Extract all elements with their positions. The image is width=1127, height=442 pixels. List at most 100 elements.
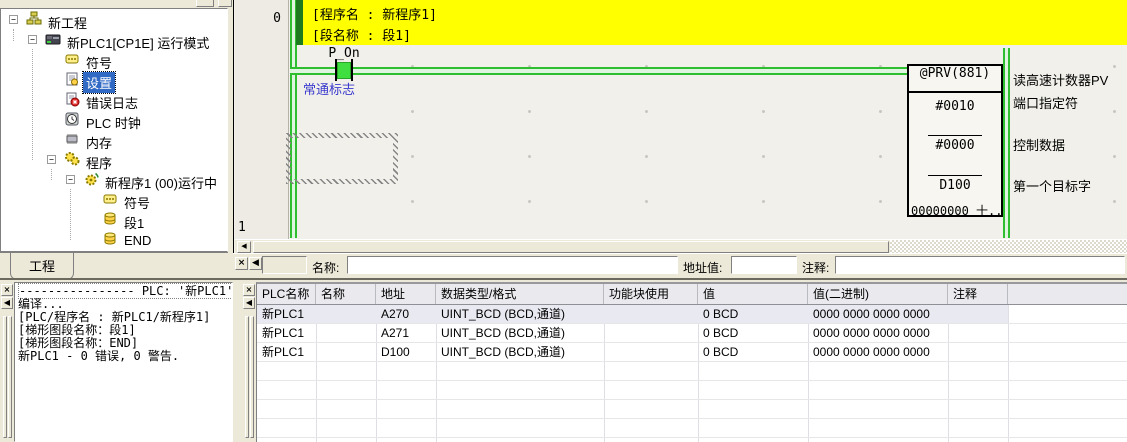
collapse-arrow-icon[interactable]: ◀ [249, 257, 262, 270]
watch-row-empty[interactable] [257, 400, 1127, 419]
error-log-icon [64, 91, 80, 107]
compile-output[interactable]: ---------------- PLC: '新PLC1' (PL 编译... … [14, 282, 233, 442]
tree-item-plc-clock[interactable]: PLC 时钟 [1, 111, 227, 129]
watch-row[interactable]: 新PLC1 A271 UINT_BCD (BCD,通道) 0 BCD 0000 … [257, 324, 1127, 343]
tree-item-plc[interactable]: − 新PLC1[CP1E] 运行模式 [1, 31, 227, 49]
watch-cell[interactable]: 新PLC1 [257, 324, 316, 342]
watch-cell[interactable]: 0000 0000 0000 0000 [808, 343, 948, 361]
watch-cell[interactable]: UINT_BCD (BCD,通道) [436, 305, 604, 323]
watch-col-plc-name[interactable]: PLC名称 [257, 284, 316, 304]
tree-item-section1[interactable]: 段1 [1, 211, 227, 229]
operand-comment-3: 第一个目标字 [1013, 176, 1127, 195]
watch-cell[interactable] [948, 324, 1008, 342]
watch-cell[interactable] [316, 343, 376, 361]
watch-row-empty[interactable] [257, 438, 1127, 442]
watch-col-address[interactable]: 地址 [376, 284, 436, 304]
comment-field[interactable] [835, 256, 1125, 274]
tree-item-label: PLC 时钟 [83, 112, 144, 133]
contact-p-on[interactable] [337, 62, 351, 79]
watch-cell[interactable]: D100 [376, 343, 436, 361]
function-block-prv[interactable]: @PRV(881) #0010 #0000 D100 00000000 十... [907, 64, 1003, 217]
watch-col-name[interactable]: 名称 [316, 284, 376, 304]
watch-cell[interactable] [948, 305, 1008, 323]
close-icon[interactable]: × [243, 284, 255, 296]
watch-col-value[interactable]: 值 [698, 284, 808, 304]
watch-cell[interactable]: 0 BCD [698, 305, 808, 323]
watch-col-filler [1008, 284, 1127, 304]
watch-cell[interactable] [316, 324, 376, 342]
watch-row-selected[interactable]: 新PLC1 A270 UINT_BCD (BCD,通道) 0 BCD 0000 … [257, 305, 1127, 324]
watch-row-empty[interactable] [257, 362, 1127, 381]
watch-cell[interactable] [604, 324, 698, 342]
comment-label: 注释: [802, 259, 829, 276]
operand-divider [928, 175, 982, 176]
toolbar-button-stub[interactable] [196, 0, 214, 7]
tree-collapse-box[interactable]: − [28, 35, 37, 44]
tab-project[interactable]: 工程 [10, 253, 74, 280]
programs-icon [64, 151, 80, 167]
watch-cell[interactable] [948, 343, 1008, 361]
pane-grip[interactable] [245, 316, 249, 438]
pane-grip[interactable] [3, 316, 7, 438]
watch-cell[interactable] [604, 343, 698, 361]
project-tree-panel: − 新工程 − 新PLC1[CP1E] 运行模式 符号 [0, 0, 228, 252]
watch-cell[interactable] [604, 305, 698, 323]
tree-item-memory[interactable]: 内存 [1, 131, 227, 149]
tree-item-programs[interactable]: − 程序 [1, 151, 227, 169]
watch-cell[interactable]: 0 BCD [698, 324, 808, 342]
toolbar-button-stub[interactable] [218, 0, 232, 7]
watch-cell[interactable]: UINT_BCD (BCD,通道) [436, 343, 604, 361]
scrollbar-thumb[interactable] [253, 241, 889, 253]
cx-programmer-window: − 新工程 − 新PLC1[CP1E] 运行模式 符号 [0, 0, 1127, 442]
watch-row-empty[interactable] [257, 381, 1127, 400]
watch-row-empty[interactable] [257, 419, 1127, 438]
ladder-horizontal-scrollbar[interactable]: ◀ [235, 239, 1127, 253]
watch-cell[interactable]: 新PLC1 [257, 305, 316, 323]
tree-item-settings[interactable]: 设置 [1, 71, 227, 89]
address-field[interactable] [731, 256, 797, 274]
close-icon[interactable]: × [235, 257, 248, 270]
watch-row[interactable]: 新PLC1 D100 UINT_BCD (BCD,通道) 0 BCD 0000 … [257, 343, 1127, 362]
tree-collapse-box[interactable]: − [66, 175, 75, 184]
tree-item-error-log[interactable]: 错误日志 [1, 91, 227, 109]
scrollbar-track[interactable] [890, 240, 1127, 253]
operand-port[interactable]: #0010 [909, 99, 1001, 114]
watch-cell[interactable]: 新PLC1 [257, 343, 316, 361]
tree-item-program-symbols[interactable]: 符号 [1, 191, 227, 209]
tree-item-end[interactable]: END [1, 231, 227, 249]
watch-cell[interactable]: 0000 0000 0000 0000 [808, 324, 948, 342]
watch-col-value-binary[interactable]: 值(二进制) [808, 284, 948, 304]
watch-col-fb-usage[interactable]: 功能块使用 [604, 284, 698, 304]
watch-col-comment[interactable]: 注释 [948, 284, 1008, 304]
tree-item-program1[interactable]: − 新程序1 (00)运行中 [1, 171, 227, 189]
section-icon [102, 211, 118, 227]
rung-margin[interactable]: 0 1 [235, 0, 289, 239]
contact-operand-label: P_On [320, 46, 368, 61]
watch-cell[interactable]: 0000 0000 0000 0000 [808, 305, 948, 323]
watch-cell[interactable]: UINT_BCD (BCD,通道) [436, 324, 604, 342]
pane-grip[interactable] [250, 316, 254, 438]
watch-cell[interactable]: A270 [376, 305, 436, 323]
tree-item-label: 设置 [83, 72, 115, 93]
pane-grip[interactable] [8, 316, 12, 438]
operand-control[interactable]: #0000 [909, 138, 1001, 153]
rung-header-comment[interactable]: [程序名 : 新程序1] [段名称 : 段1] [303, 0, 1127, 45]
watch-cell[interactable]: 0 BCD [698, 343, 808, 361]
watch-col-datatype[interactable]: 数据类型/格式 [436, 284, 604, 304]
watch-cell[interactable]: A271 [376, 324, 436, 342]
output-line: 新PLC1 - 0 错误, 0 警告. [18, 350, 229, 363]
tree-item-symbols[interactable]: 符号 [1, 51, 227, 69]
collapse-arrow-icon[interactable]: ◀ [243, 297, 255, 309]
collapse-arrow-icon[interactable]: ◀ [1, 297, 13, 309]
name-field[interactable] [347, 256, 678, 274]
close-icon[interactable]: × [1, 284, 13, 296]
tree-collapse-box[interactable]: − [47, 155, 56, 164]
section-name-line: [段名称 : 段1] [312, 25, 411, 44]
tree-collapse-box[interactable]: − [9, 15, 18, 24]
tree-item-project[interactable]: − 新工程 [1, 11, 227, 29]
symbol-bar-grip [262, 256, 307, 274]
operand-dest[interactable]: D100 [909, 178, 1001, 193]
project-icon [26, 11, 42, 27]
watch-cell[interactable] [316, 305, 376, 323]
scroll-left-button[interactable]: ◀ [237, 241, 251, 253]
